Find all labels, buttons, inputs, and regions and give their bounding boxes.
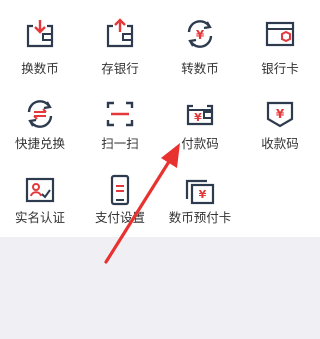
svg-text:¥: ¥ <box>276 107 285 121</box>
prepaid-card-icon: ¥ <box>180 170 220 210</box>
grid-item-label: 扫一扫 <box>101 136 139 151</box>
grid-item-label: 支付设置 <box>94 210 145 225</box>
grid-item-label: 实名认证 <box>14 210 65 225</box>
payment-settings-icon <box>100 170 140 210</box>
scan-icon <box>100 94 140 134</box>
grid-item-receive-code[interactable]: ¥ 收款码 <box>240 0 320 151</box>
grid-item-label: 收款码 <box>261 136 299 151</box>
receive-code-icon: ¥ <box>260 94 300 134</box>
grid-item-label: 快捷兑换 <box>14 136 65 151</box>
grid-item-real-name-auth[interactable]: 实名认证 <box>0 0 80 225</box>
grid-item-label: 数币预付卡 <box>168 210 232 225</box>
grid-item-label: 付款码 <box>181 136 219 151</box>
grid-item-payment-settings[interactable]: 支付设置 <box>80 0 160 225</box>
svg-text:¥: ¥ <box>199 188 207 201</box>
grid-item-prepaid-card[interactable]: ¥ 数币预付卡 <box>160 0 240 225</box>
quick-exchange-icon <box>20 94 60 134</box>
services-panel: 换数币 存银行 ¥ 转数币 银行卡 快捷兑换 扫一扫 ¥ 付款码 ¥ 收款码 实… <box>0 0 320 237</box>
bottom-area <box>0 237 320 339</box>
real-name-auth-icon <box>20 170 60 210</box>
payment-code-icon: ¥ <box>180 94 220 134</box>
svg-text:¥: ¥ <box>194 111 202 124</box>
